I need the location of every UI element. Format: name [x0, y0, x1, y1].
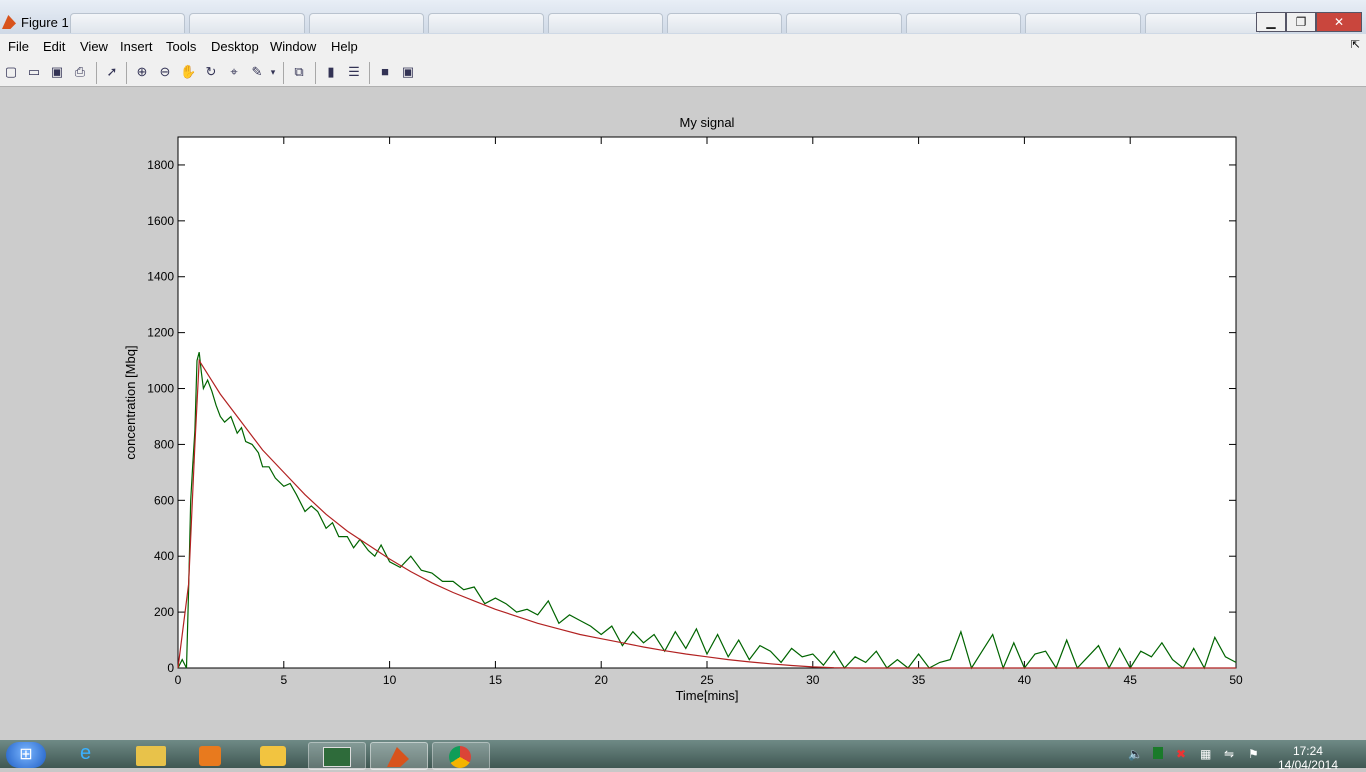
tab[interactable]	[189, 13, 305, 33]
matlab-figure-icon	[2, 15, 16, 29]
y-tick-label: 200	[154, 605, 174, 619]
tab[interactable]	[70, 13, 186, 33]
app-tray-icon[interactable]	[1153, 747, 1163, 759]
windows-taskbar: ⊞ e 🔈 ✖ ▦ ⇋ ⚑ 17:24 14/04/2014	[0, 740, 1366, 772]
menu-help[interactable]: Help	[331, 39, 358, 54]
zoom-out-icon[interactable]: ⊖	[157, 64, 173, 80]
x-tick-label: 45	[1124, 673, 1138, 687]
minimize-button[interactable]: ▁	[1256, 12, 1286, 32]
zoom-in-icon[interactable]: ⊕	[134, 64, 150, 80]
internet-explorer-icon[interactable]: e	[66, 742, 116, 768]
x-tick-label: 50	[1229, 673, 1243, 687]
print-icon[interactable]: ⎙	[72, 64, 88, 80]
tab[interactable]	[667, 13, 783, 33]
x-tick-label: 30	[806, 673, 820, 687]
figure-canvas: My signal Time[mins] concentration [Mbq] 0 5…	[0, 87, 1366, 740]
data-cursor-icon[interactable]: ⌖	[226, 64, 242, 80]
open-file-icon[interactable]: ▭	[26, 64, 42, 80]
brush-icon[interactable]: ✎	[249, 64, 265, 80]
pan-hand-icon[interactable]: ✋	[180, 64, 196, 80]
security-tray-icon[interactable]: ✖	[1176, 747, 1186, 761]
menu-window[interactable]: Window	[270, 39, 316, 54]
x-tick-label: 15	[489, 673, 503, 687]
x-axis-label: Time[mins]	[675, 688, 738, 703]
task-manager-icon[interactable]	[308, 742, 366, 770]
tab[interactable]	[786, 13, 902, 33]
outlook-icon[interactable]	[246, 742, 302, 768]
toolbar-separator	[315, 62, 316, 84]
window-title-bar[interactable]: Figure 1 ▁ ❐ ✕	[0, 0, 1366, 34]
y-tick-label: 1600	[147, 214, 174, 228]
clock-date: 14/04/2014	[1277, 758, 1338, 772]
link-plot-icon[interactable]: ⧉	[291, 64, 307, 80]
x-tick-label: 0	[175, 673, 182, 687]
menu-bar: File Edit View Insert Tools Desktop Wind…	[0, 34, 1366, 59]
toolbar-separator	[369, 62, 370, 84]
matlab-icon[interactable]	[370, 742, 428, 770]
rotate-3d-icon[interactable]: ↻	[203, 64, 219, 80]
y-tick-label: 1800	[147, 158, 174, 172]
x-tick-label: 5	[280, 673, 287, 687]
new-figure-icon[interactable]: ▢	[3, 64, 19, 80]
tab[interactable]	[905, 13, 1022, 33]
pointer-icon[interactable]: ➚	[104, 64, 120, 80]
menu-insert[interactable]: Insert	[120, 39, 153, 54]
toolbar-separator	[96, 62, 97, 84]
colorbar-icon[interactable]: ▮	[323, 64, 339, 80]
y-tick-label: 1400	[147, 270, 174, 284]
clock-time: 17:24	[1292, 744, 1323, 758]
window-title: Figure 1	[21, 15, 69, 30]
toolbar-separator	[283, 62, 284, 84]
network-icon[interactable]: ▦	[1200, 747, 1211, 761]
windows-start-icon[interactable]: ⊞	[6, 742, 46, 768]
y-tick-label: 0	[167, 661, 174, 675]
x-tick-label: 20	[595, 673, 609, 687]
menu-file[interactable]: File	[8, 39, 29, 54]
y-axis-label: concentration [Mbq]	[123, 345, 138, 459]
legend-icon[interactable]: ☰	[346, 64, 362, 80]
dock-arrow-icon[interactable]: ⇱	[1351, 38, 1360, 51]
chrome-icon[interactable]	[432, 742, 490, 770]
x-tick-label: 25	[700, 673, 714, 687]
y-tick-label: 1200	[147, 326, 174, 340]
window-controls: ▁ ❐ ✕	[1256, 12, 1362, 32]
menu-edit[interactable]: Edit	[43, 39, 65, 54]
menu-view[interactable]: View	[80, 39, 108, 54]
x-tick-label: 10	[383, 673, 397, 687]
y-tick-label: 400	[154, 549, 174, 563]
background-tabs-strip	[70, 13, 1261, 33]
maximize-button[interactable]: ❐	[1286, 12, 1316, 32]
toolbar-separator	[126, 62, 127, 84]
close-button[interactable]: ✕	[1316, 12, 1362, 32]
plot-area[interactable]	[177, 136, 1237, 669]
tab[interactable]	[1025, 13, 1141, 33]
save-icon[interactable]: ▣	[49, 64, 65, 80]
tab[interactable]	[1144, 13, 1261, 33]
media-player-icon[interactable]	[186, 742, 236, 768]
menu-tools[interactable]: Tools	[166, 39, 196, 54]
x-tick-label: 40	[1018, 673, 1032, 687]
hide-plot-tools-icon[interactable]: ■	[377, 64, 393, 80]
usb-icon[interactable]: ⇋	[1224, 747, 1234, 761]
y-tick-label: 800	[154, 437, 174, 451]
file-explorer-icon[interactable]	[126, 742, 176, 768]
y-tick-label: 600	[154, 493, 174, 507]
x-tick-label: 35	[912, 673, 926, 687]
tab[interactable]	[547, 13, 664, 33]
line-chart[interactable]: My signal Time[mins] concentration [Mbq] 0 5…	[0, 87, 1366, 740]
y-tick-label: 1000	[147, 382, 174, 396]
action-center-flag-icon[interactable]: ⚑	[1248, 747, 1259, 761]
volume-icon[interactable]: 🔈	[1128, 747, 1143, 761]
menu-desktop[interactable]: Desktop	[211, 39, 259, 54]
tab[interactable]	[428, 13, 544, 33]
brush-dropdown-icon[interactable]: ▾	[268, 64, 278, 80]
tab[interactable]	[308, 13, 425, 33]
show-plot-tools-icon[interactable]: ▣	[400, 64, 416, 80]
figure-toolbar: ▢ ▭ ▣ ⎙ ➚ ⊕ ⊖ ✋ ↻ ⌖ ✎ ▾ ⧉ ▮ ☰ ■ ▣	[0, 59, 1366, 87]
chart-title: My signal	[680, 115, 735, 130]
